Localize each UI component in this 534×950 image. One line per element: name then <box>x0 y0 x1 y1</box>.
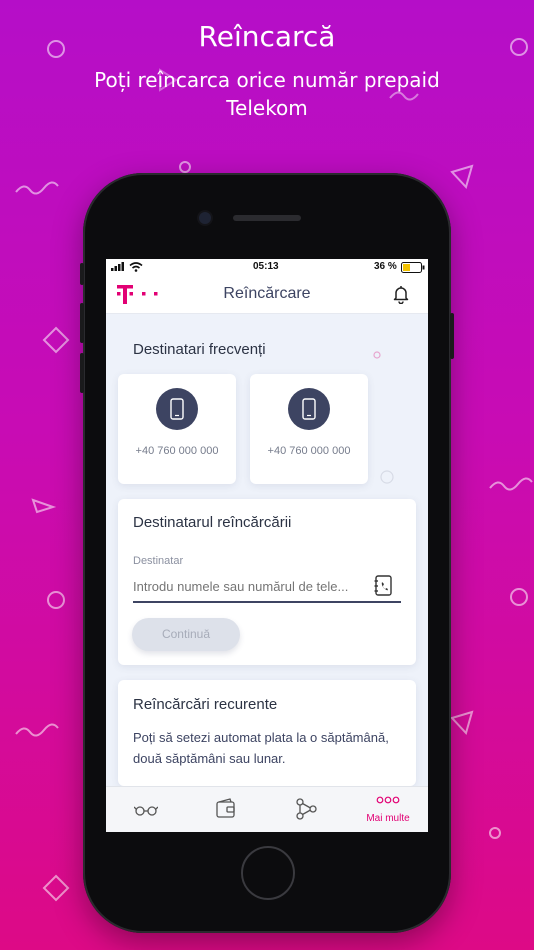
app-bar: Reîncărcare <box>106 275 428 314</box>
phone-icon <box>288 388 330 430</box>
status-time: 05:13 <box>253 261 279 272</box>
contacts-book-icon[interactable] <box>374 575 394 597</box>
phone-icon <box>156 388 198 430</box>
battery-icon <box>401 262 425 273</box>
deco-circle <box>510 588 528 606</box>
tab-more[interactable]: Mai multe <box>348 787 428 832</box>
phone-power-button <box>450 313 454 359</box>
deco-circle <box>179 161 191 173</box>
more-dots-icon <box>376 796 400 804</box>
deco-squiggle <box>15 723 59 737</box>
deco-squiggle <box>489 477 533 491</box>
phone-volume-up <box>80 303 84 343</box>
tab-wallet[interactable] <box>186 787 266 832</box>
recipient-title: Destinatarul reîncărcării <box>133 514 292 531</box>
signal-icon <box>111 262 124 271</box>
deco-diamond <box>42 874 70 902</box>
tab-network[interactable] <box>266 787 346 832</box>
deco-squiggle <box>15 181 59 195</box>
deco-triangle <box>31 498 57 514</box>
recurring-title: Reîncărcări recurente <box>133 696 278 713</box>
phone-silent-switch <box>80 263 84 285</box>
frequent-recipients-title: Destinatari frecvenți <box>133 341 266 358</box>
continue-button[interactable]: Continuă <box>132 618 240 651</box>
network-icon <box>296 798 317 820</box>
recipient-input-underline <box>133 601 401 603</box>
phone-screen: 05:13 36 % Reîncărcare Destinatari frecv… <box>106 259 428 832</box>
phone-frame: 05:13 36 % Reîncărcare Destinatari frecv… <box>80 173 454 933</box>
earpiece-speaker <box>233 215 301 221</box>
recipient-field-label: Destinatar <box>133 555 184 567</box>
promo-title: Reîncarcă <box>198 20 336 53</box>
tab-glasses[interactable] <box>106 787 186 832</box>
front-camera <box>199 212 211 224</box>
deco-triangle <box>450 710 474 735</box>
tab-bar: Mai multe <box>106 786 428 832</box>
home-button[interactable] <box>241 846 295 900</box>
recipient-input[interactable] <box>133 575 365 597</box>
frequent-recipient-card[interactable]: +40 760 000 000 <box>118 374 236 484</box>
recurring-text: Poți să setezi automat plata la o săptăm… <box>133 730 389 766</box>
wifi-icon <box>129 262 143 272</box>
recipient-number: +40 760 000 000 <box>135 445 219 457</box>
phone-volume-down <box>80 353 84 393</box>
recipient-card: Destinatarul reîncărcării Destinatar Con… <box>118 499 416 665</box>
glasses-icon <box>134 806 158 816</box>
status-bar: 05:13 36 % <box>106 259 428 275</box>
promo-subtitle: Poți reîncarca orice număr prepaid Telek… <box>94 68 440 120</box>
battery-percent: 36 % <box>374 261 397 272</box>
deco-triangle <box>450 164 474 189</box>
tab-more-label: Mai multe <box>366 813 410 824</box>
deco-circle <box>489 827 501 839</box>
deco-diamond <box>42 326 70 354</box>
recipient-number: +40 760 000 000 <box>267 445 351 457</box>
wallet-icon <box>216 798 235 818</box>
bell-icon[interactable] <box>391 284 411 304</box>
deco-circle <box>47 591 65 609</box>
frequent-recipient-card[interactable]: +40 760 000 000 <box>250 374 368 484</box>
app-bar-title: Reîncărcare <box>223 285 311 302</box>
recurring-card[interactable]: Reîncărcări recurente Poți să setezi aut… <box>118 680 416 786</box>
